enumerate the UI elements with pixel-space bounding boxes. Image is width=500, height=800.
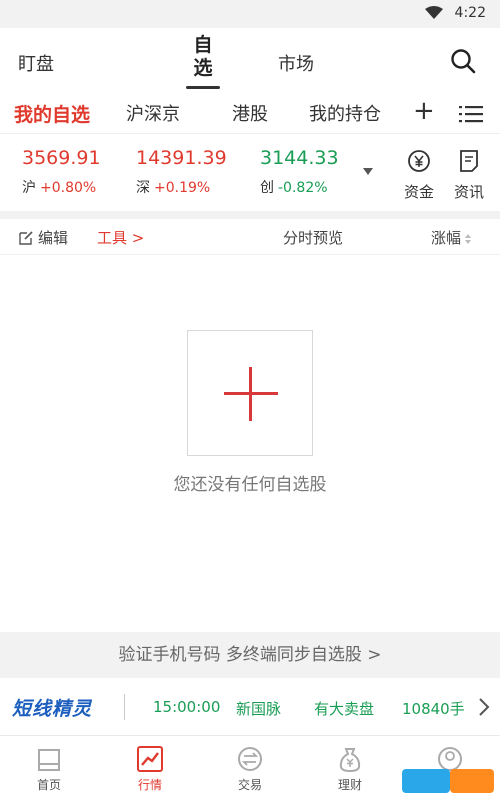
home-icon	[38, 749, 60, 771]
tab-active-indicator	[186, 86, 220, 89]
index-shanghai[interactable]: 3569.91 沪 +0.80%	[22, 147, 101, 197]
tab-self-selected[interactable]: 自选	[190, 34, 216, 80]
index-name: 创	[260, 180, 274, 196]
nav-quote[interactable]: 行情	[120, 745, 180, 793]
divider	[0, 211, 500, 219]
nav-trade[interactable]: 交易	[220, 745, 280, 793]
index-value: 3569.91	[22, 147, 101, 169]
tab-watch[interactable]: 盯盘	[18, 50, 54, 76]
quote-chart-icon	[137, 746, 163, 772]
ticker-brand: 短线精灵	[12, 698, 93, 720]
wifi-icon	[424, 6, 443, 19]
nav-trade-label: 交易	[237, 778, 262, 792]
index-row: 3569.91 沪 +0.80% 14391.39 深 +0.19% 3144.33…	[0, 135, 500, 211]
subtab-my-watchlist[interactable]: 我的自选	[14, 100, 90, 127]
empty-state-message: 您还没有任何自选股	[173, 475, 327, 495]
nav-wealth-label: 理财	[337, 778, 362, 792]
status-time: 4:22	[454, 5, 486, 21]
subtab-my-holdings[interactable]: 我的持仓	[309, 100, 381, 126]
add-stock-button[interactable]	[187, 330, 313, 456]
add-group-icon[interactable]: +	[413, 98, 435, 124]
sub-tabs: 我的自选 沪深京 港股 我的持仓 +	[0, 92, 500, 134]
list-menu-icon[interactable]	[459, 105, 483, 123]
news-label: 资讯	[453, 183, 484, 201]
verify-phone-banner[interactable]: 验证手机号码 多终端同步自选股 >	[0, 632, 500, 678]
fund-label: 资金	[403, 183, 434, 201]
trade-exchange-icon	[238, 747, 262, 771]
tools-button[interactable]: 工具 >	[97, 227, 144, 248]
nav-wealth[interactable]: 理财	[320, 745, 380, 793]
change-sort-header[interactable]: 涨幅	[431, 227, 472, 248]
fund-button[interactable]: 资金	[399, 149, 439, 202]
ticker-volume: 10840手	[402, 700, 465, 718]
edit-label: 编辑	[38, 229, 69, 247]
news-button[interactable]: 资讯	[449, 149, 489, 202]
search-icon[interactable]	[450, 48, 476, 74]
short-term-ticker[interactable]: 短线精灵 15:00:00 新国脉 有大卖盘 10840手	[0, 678, 500, 736]
edit-icon	[19, 230, 33, 245]
edit-button[interactable]: 编辑	[18, 227, 68, 248]
list-header: 编辑 工具 > 分时预览 涨幅	[0, 219, 500, 255]
nav-home[interactable]: 首页	[19, 745, 79, 793]
index-change: +0.80%	[40, 180, 97, 196]
intraday-preview-toggle[interactable]: 分时预览	[283, 227, 343, 248]
nav-quote-label: 行情	[137, 778, 162, 792]
top-nav: 盯盘 自选 市场	[0, 28, 500, 92]
ticker-separator	[124, 694, 125, 720]
money-bag-icon	[339, 748, 361, 773]
index-shenzhen[interactable]: 14391.39 深 +0.19%	[136, 147, 227, 197]
sort-icon	[465, 233, 472, 244]
ticker-event: 有大卖盘	[314, 700, 375, 718]
ticker-stock: 新国脉	[236, 700, 282, 718]
index-value: 3144.33	[260, 147, 339, 169]
change-label: 涨幅	[431, 229, 462, 247]
index-dropdown-icon[interactable]	[363, 168, 373, 175]
index-name: 沪	[22, 180, 36, 196]
plus-icon-vertical	[249, 367, 252, 421]
index-value: 14391.39	[136, 147, 227, 169]
index-name: 深	[136, 180, 150, 196]
tab-market[interactable]: 市场	[278, 50, 314, 76]
index-change: -0.82%	[278, 180, 328, 196]
subtab-sh-sz-bj[interactable]: 沪深京	[126, 100, 180, 126]
news-icon	[460, 150, 478, 172]
yen-coin-icon	[408, 150, 430, 172]
watermark-962-logo	[402, 769, 494, 793]
index-change: +0.19%	[154, 180, 211, 196]
watermark-logo	[402, 766, 494, 796]
ticker-time: 15:00:00	[153, 698, 221, 716]
index-chinext[interactable]: 3144.33 创 -0.82%	[260, 147, 339, 197]
nav-home-label: 首页	[36, 778, 61, 792]
subtab-hk[interactable]: 港股	[232, 100, 268, 126]
status-bar: 4:22	[0, 0, 500, 28]
chevron-right-icon[interactable]	[478, 697, 490, 717]
